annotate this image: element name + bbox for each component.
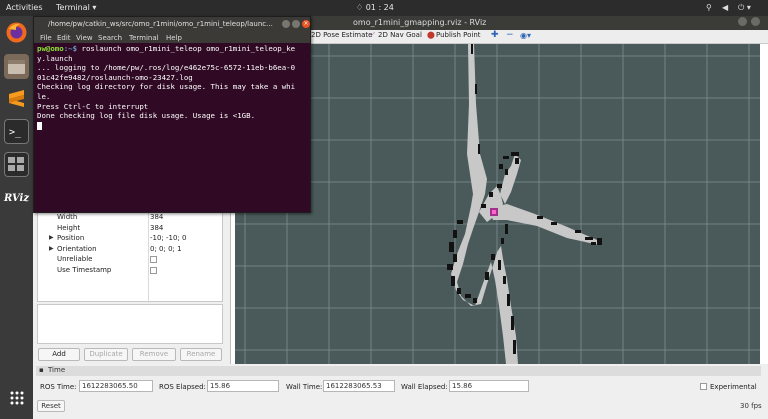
wall-elapsed-label: Wall Elapsed:	[401, 383, 448, 391]
publish-point-tool[interactable]: Publish Point	[436, 31, 481, 39]
property-key: Use Timestamp	[57, 265, 112, 274]
terminal-cursor-line	[37, 121, 309, 131]
minimize-icon[interactable]	[738, 17, 747, 26]
robot-marker-center	[492, 210, 496, 214]
remove-display-button[interactable]: Remove	[132, 348, 176, 361]
files-icon[interactable]	[4, 54, 29, 79]
property-row[interactable]: Height 384	[37, 224, 223, 234]
property-checkbox[interactable]	[150, 256, 157, 263]
menu-terminal[interactable]: Terminal	[129, 34, 159, 42]
add-display-button[interactable]: Add	[38, 348, 80, 361]
network-icon[interactable]: ⚲	[706, 3, 712, 12]
firefox-icon[interactable]	[4, 20, 29, 45]
terminal-menu-bar: File Edit View Search Terminal Help	[34, 32, 310, 43]
ros-time-field[interactable]: 1612283065.50	[79, 380, 153, 392]
prompt-user: pw@omo	[37, 44, 64, 53]
map-free-space	[451, 44, 599, 364]
time-panel-header: ▪ Time	[36, 366, 761, 376]
remove-tool-icon[interactable]: −	[506, 30, 514, 40]
property-value[interactable]: -10; -10; 0	[150, 234, 187, 242]
nav-goal-icon: ⟋	[370, 31, 375, 39]
terminal-line: y.launch	[37, 53, 73, 63]
sublime-text-icon[interactable]	[4, 86, 29, 111]
maximize-icon[interactable]	[751, 17, 760, 26]
prompt-path: :~$	[63, 44, 78, 53]
description-box	[37, 304, 223, 344]
wall-time-label: Wall Time:	[286, 383, 323, 391]
expand-arrow-icon[interactable]: ▶	[49, 245, 54, 252]
property-row[interactable]: Use Timestamp	[37, 266, 223, 276]
menu-help[interactable]: Help	[166, 34, 182, 42]
rviz-window-title: omo_r1mini_gmapping.rviz - RViz	[353, 18, 487, 27]
show-apps-icon[interactable]	[10, 391, 24, 405]
property-row[interactable]: Unreliable	[37, 255, 223, 265]
menu-view[interactable]: View	[76, 34, 93, 42]
terminal-line: le.	[37, 91, 51, 101]
properties-rows: Width 384 Height 384 ▶ Position -10; -10; 0 ▶ Or…	[37, 212, 223, 302]
wall-elapsed-field[interactable]: 15.86	[449, 380, 529, 392]
menu-file[interactable]: File	[40, 34, 52, 42]
svg-text:>_: >_	[9, 127, 22, 138]
dock: >_ RViz	[0, 16, 33, 419]
terminal-line: Done checking log file disk usage. Usage…	[37, 111, 256, 121]
property-key: Width	[57, 213, 78, 221]
property-row[interactable]: ▶ Position -10; -10; 0	[37, 234, 223, 244]
pose-estimate-tool[interactable]: 2D Pose Estimate	[311, 31, 372, 39]
ros-elapsed-field[interactable]: 15.86	[207, 380, 279, 392]
menu-search[interactable]: Search	[98, 34, 122, 42]
terminal-icon-2[interactable]	[4, 152, 29, 177]
nav-goal-tool[interactable]: 2D Nav Goal	[378, 31, 422, 39]
fps-readout: 30 fps	[740, 402, 762, 410]
time-panel-icon: ▪	[39, 366, 44, 374]
time-panel-title: Time	[48, 366, 66, 374]
app-menu[interactable]: Terminal ▾	[56, 3, 96, 12]
terminal-minimize-icon[interactable]	[282, 20, 290, 28]
property-checkbox[interactable]	[150, 266, 157, 274]
add-tool-icon[interactable]: ✚	[491, 30, 499, 40]
expand-arrow-icon[interactable]: ▶	[49, 234, 54, 241]
terminal-line: Checking log directory for disk usage. T…	[37, 82, 296, 92]
clock[interactable]: ♢ 01 : 24	[356, 3, 394, 12]
terminal-command-line: pw@omo:~$ roslaunch omo_r1mini_teleop om…	[37, 44, 309, 54]
experimental-checkbox[interactable]	[700, 383, 707, 390]
top-bar: Activities Terminal ▾ ♢ 01 : 24 ⚲ ◀ ⏻ ▾	[0, 0, 768, 16]
property-value[interactable]: 0; 0; 0; 1	[150, 245, 182, 253]
ros-time-label: ROS Time:	[40, 383, 77, 391]
property-key: Unreliable	[57, 255, 93, 263]
property-key: Height	[57, 223, 81, 232]
property-key: Position	[57, 234, 85, 242]
activities-button[interactable]: Activities	[6, 3, 43, 12]
reset-button[interactable]: Reset	[37, 400, 65, 412]
ros-elapsed-label: ROS Elapsed:	[159, 383, 206, 391]
terminal-title: /home/pw/catkin_ws/src/omo_r1mini/omo_r1…	[48, 20, 273, 28]
publish-point-icon: ⬤	[427, 31, 435, 39]
volume-icon[interactable]: ◀	[722, 3, 728, 12]
property-row[interactable]: Width 384	[37, 213, 223, 223]
terminal-line: Press Ctrl-C to interrupt	[37, 101, 149, 111]
property-row[interactable]: ▶ Orientation 0; 0; 0; 1	[37, 245, 223, 255]
terminal-title-bar: /home/pw/catkin_ws/src/omo_r1mini/omo_r1…	[34, 17, 310, 32]
terminal-line: ... logging to /home/pw/.ros/log/e462e75…	[37, 63, 296, 73]
rviz-dock-label[interactable]: RViz	[4, 186, 29, 211]
power-icon[interactable]: ⏻ ▾	[738, 3, 751, 13]
property-value[interactable]: 384	[150, 224, 163, 232]
rename-display-button[interactable]: Rename	[180, 348, 222, 361]
terminal-window[interactable]: /home/pw/catkin_ws/src/omo_r1mini/omo_r1…	[33, 16, 311, 213]
terminal-maximize-icon[interactable]	[292, 20, 300, 28]
experimental-label: Experimental	[710, 383, 757, 391]
terminal-cursor	[37, 121, 42, 130]
terminal-command: roslaunch omo_r1mini_teleop omo_r1mini_t…	[77, 44, 296, 53]
terminal-close-icon[interactable]: ×	[302, 20, 310, 28]
property-value[interactable]: 384	[150, 213, 163, 221]
3d-viewport[interactable]	[235, 44, 760, 364]
menu-edit[interactable]: Edit	[57, 34, 71, 42]
duplicate-display-button[interactable]: Duplicate	[84, 348, 128, 361]
terminal-line: 01c42fe9482/roslaunch-omo-23427.log	[37, 72, 193, 82]
wall-time-field[interactable]: 1612283065.53	[323, 380, 395, 392]
terminal-icon[interactable]: >_	[4, 119, 29, 144]
camera-icon[interactable]: ◉▾	[520, 31, 531, 40]
map-view[interactable]	[235, 44, 760, 364]
terminal-output[interactable]: pw@omo:~$ roslaunch omo_r1mini_teleop om…	[37, 44, 309, 130]
property-key: Orientation	[57, 244, 97, 253]
